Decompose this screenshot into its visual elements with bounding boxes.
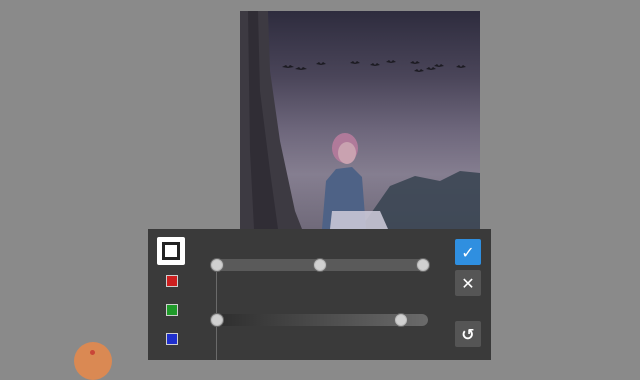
red-channel-button[interactable]: [166, 275, 178, 287]
photo-image: [240, 11, 480, 229]
accept-button[interactable]: ✓: [455, 239, 481, 265]
divider: [216, 264, 217, 360]
floating-action-icon: [90, 350, 95, 355]
top-slider-knob-left[interactable]: [210, 258, 224, 272]
photo-canvas: [240, 11, 480, 229]
birds-icon: [282, 60, 466, 72]
square-frame-icon: [162, 242, 180, 260]
check-icon: ✓: [461, 242, 475, 262]
mode-button[interactable]: [157, 237, 185, 265]
reset-button[interactable]: ↺: [455, 321, 481, 347]
cancel-button[interactable]: ✕: [455, 270, 481, 296]
floating-action-button[interactable]: [74, 342, 112, 380]
adjustment-panel: ✓ ✕ ↺: [148, 229, 491, 360]
top-slider-knob-right[interactable]: [416, 258, 430, 272]
close-icon: ✕: [461, 273, 475, 293]
bottom-slider-knob-left[interactable]: [210, 313, 224, 327]
top-slider-knob-middle[interactable]: [313, 258, 327, 272]
undo-icon: ↺: [461, 324, 475, 344]
blue-channel-button[interactable]: [166, 333, 178, 345]
green-channel-button[interactable]: [166, 304, 178, 316]
bottom-slider-knob-right[interactable]: [394, 313, 408, 327]
